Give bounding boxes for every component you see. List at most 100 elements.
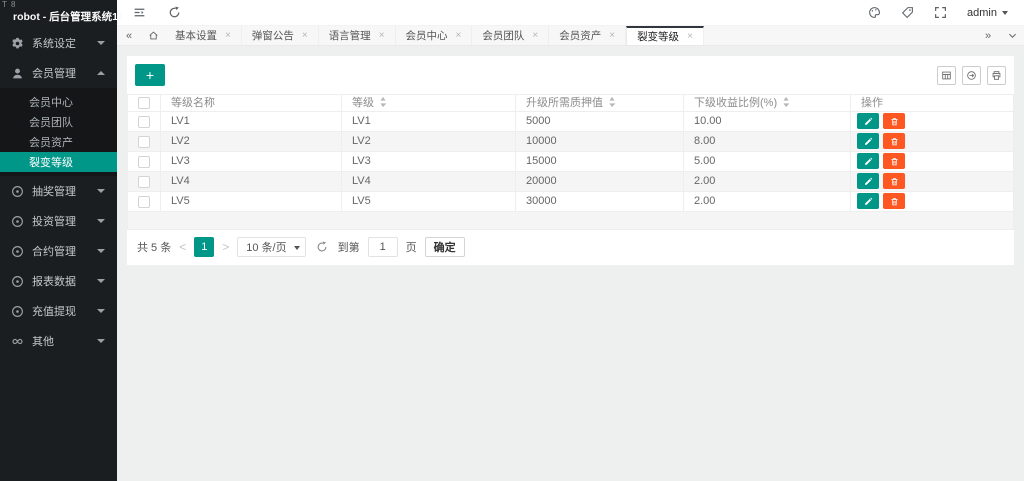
delete-button[interactable] (883, 153, 905, 169)
cell-operation (851, 172, 1014, 192)
edit-button[interactable] (857, 193, 879, 209)
sidebar-item-recharge-withdraw[interactable]: 充值提现 (0, 296, 117, 326)
logo-mark: T 8 (2, 0, 16, 9)
tab-label: 会员资产 (559, 28, 601, 43)
refresh-icon[interactable] (168, 6, 181, 19)
table-filler-row (128, 212, 1014, 230)
fullscreen-icon[interactable] (934, 6, 947, 19)
sidebar-item-report-data[interactable]: 报表数据 (0, 266, 117, 296)
cell-operation (851, 132, 1014, 152)
table-card: + 等级名称等级升级所需质押 (127, 56, 1014, 265)
tab-basic-settings[interactable]: 基本设置× (165, 26, 242, 45)
tab-label: 会员团队 (482, 28, 524, 43)
sidebar-subitem-fission-level[interactable]: 裂变等级 (0, 152, 117, 172)
tabbar: « 基本设置×弹窗公告×语言管理×会员中心×会员团队×会员资产×裂变等级× » (117, 26, 1024, 46)
user-menu[interactable]: admin (967, 7, 1008, 19)
next-page-button[interactable]: > (222, 240, 229, 254)
export-icon[interactable] (962, 66, 981, 85)
cell-income-ratio: 10.00 (684, 112, 851, 132)
delete-button[interactable] (883, 113, 905, 129)
row-checkbox[interactable] (138, 136, 150, 148)
row-checkbox[interactable] (138, 176, 150, 188)
column-header-pledge-value[interactable]: 升级所需质押值 (516, 95, 684, 112)
sidebar-item-investment-management[interactable]: 投资管理 (0, 206, 117, 236)
cell-level: LV1 (342, 112, 516, 132)
refresh-table-icon[interactable] (316, 241, 328, 253)
edit-button[interactable] (857, 173, 879, 189)
chevron-down-icon (97, 219, 105, 223)
filter-columns-icon[interactable] (937, 66, 956, 85)
sidebar-item-lottery-management[interactable]: 抽奖管理 (0, 176, 117, 206)
row-checkbox[interactable] (138, 156, 150, 168)
cell-level-name: LV2 (161, 132, 342, 152)
cell-level: LV3 (342, 152, 516, 172)
prev-page-button[interactable]: < (179, 240, 186, 254)
column-header-income-ratio[interactable]: 下级收益比例(%) (684, 95, 851, 112)
edit-button[interactable] (857, 113, 879, 129)
cell-income-ratio: 2.00 (684, 192, 851, 212)
home-tab-icon[interactable] (141, 26, 165, 45)
cell-income-ratio: 2.00 (684, 172, 851, 192)
close-icon[interactable]: × (687, 31, 693, 42)
tabs: 基本设置×弹窗公告×语言管理×会员中心×会员团队×会员资产×裂变等级× (165, 26, 976, 45)
close-icon[interactable]: × (609, 30, 615, 41)
tabs-menu-icon[interactable] (1000, 26, 1024, 45)
tab-member-center[interactable]: 会员中心× (396, 26, 473, 45)
tag-icon[interactable] (901, 6, 914, 19)
close-icon[interactable]: × (302, 30, 308, 41)
gear-icon (11, 37, 24, 50)
current-page-button[interactable]: 1 (194, 237, 214, 257)
edit-button[interactable] (857, 133, 879, 149)
close-icon[interactable]: × (225, 30, 231, 41)
chevron-down-icon (1002, 11, 1008, 15)
delete-button[interactable] (883, 193, 905, 209)
delete-button[interactable] (883, 133, 905, 149)
tab-member-assets[interactable]: 会员资产 × (549, 26, 626, 45)
collapse-sidebar-icon[interactable] (133, 6, 146, 19)
user-icon (11, 67, 24, 80)
cell-level: LV4 (342, 172, 516, 192)
contract-icon (11, 245, 24, 258)
sidebar-subitem-member-assets[interactable]: 会员资产 (0, 132, 117, 152)
sidebar-item-others[interactable]: 其他 (0, 326, 117, 356)
tab-fission-level[interactable]: 裂变等级× (626, 26, 704, 45)
cell-level-name: LV3 (161, 152, 342, 172)
cell-level-name: LV1 (161, 112, 342, 132)
sidebar-subitem-member-team[interactable]: 会员团队 (0, 112, 117, 132)
sidebar-item-contract-management[interactable]: 合约管理 (0, 236, 117, 266)
page-size-select[interactable]: 10 条/页 (237, 237, 305, 257)
jump-page-input[interactable] (368, 237, 398, 257)
column-header-level[interactable]: 等级 (342, 95, 516, 112)
sidebar-item-member-management[interactable]: 会员管理 (0, 58, 117, 88)
topbar-right: admin (868, 6, 1024, 19)
theme-icon[interactable] (868, 6, 881, 19)
row-checkbox[interactable] (138, 196, 150, 208)
cell-operation (851, 112, 1014, 132)
row-checkbox[interactable] (138, 116, 150, 128)
cell-income-ratio: 5.00 (684, 152, 851, 172)
confirm-button[interactable]: 确定 (425, 237, 465, 257)
sidebar-subitem-member-center[interactable]: 会员中心 (0, 92, 117, 112)
cell-pledge-value: 5000 (516, 112, 684, 132)
chevron-down-icon (97, 279, 105, 283)
print-icon[interactable] (987, 66, 1006, 85)
select-all-checkbox[interactable] (138, 97, 150, 109)
tabs-scroll-right-icon[interactable]: » (976, 26, 1000, 45)
add-button[interactable]: + (135, 64, 165, 86)
tab-label: 弹窗公告 (252, 28, 294, 43)
sidebar-item-label: 投资管理 (32, 213, 76, 229)
chevron-down-icon (97, 249, 105, 253)
sidebar-item-system-settings[interactable]: 系统设定 (0, 28, 117, 58)
close-icon[interactable]: × (456, 30, 462, 41)
tab-member-team[interactable]: 会员团队 × (472, 26, 549, 45)
sidebar-item-label: 会员管理 (32, 65, 76, 81)
close-icon[interactable]: × (379, 30, 385, 41)
tabs-scroll-left-icon[interactable]: « (117, 26, 141, 45)
close-icon[interactable]: × (532, 30, 538, 41)
tab-popup-notice[interactable]: 弹窗公告 × (242, 26, 319, 45)
edit-button[interactable] (857, 153, 879, 169)
tab-language-management[interactable]: 语言管理× (319, 26, 396, 45)
delete-button[interactable] (883, 173, 905, 189)
cell-pledge-value: 15000 (516, 152, 684, 172)
table-row: LV4LV4200002.00 (128, 172, 1014, 192)
